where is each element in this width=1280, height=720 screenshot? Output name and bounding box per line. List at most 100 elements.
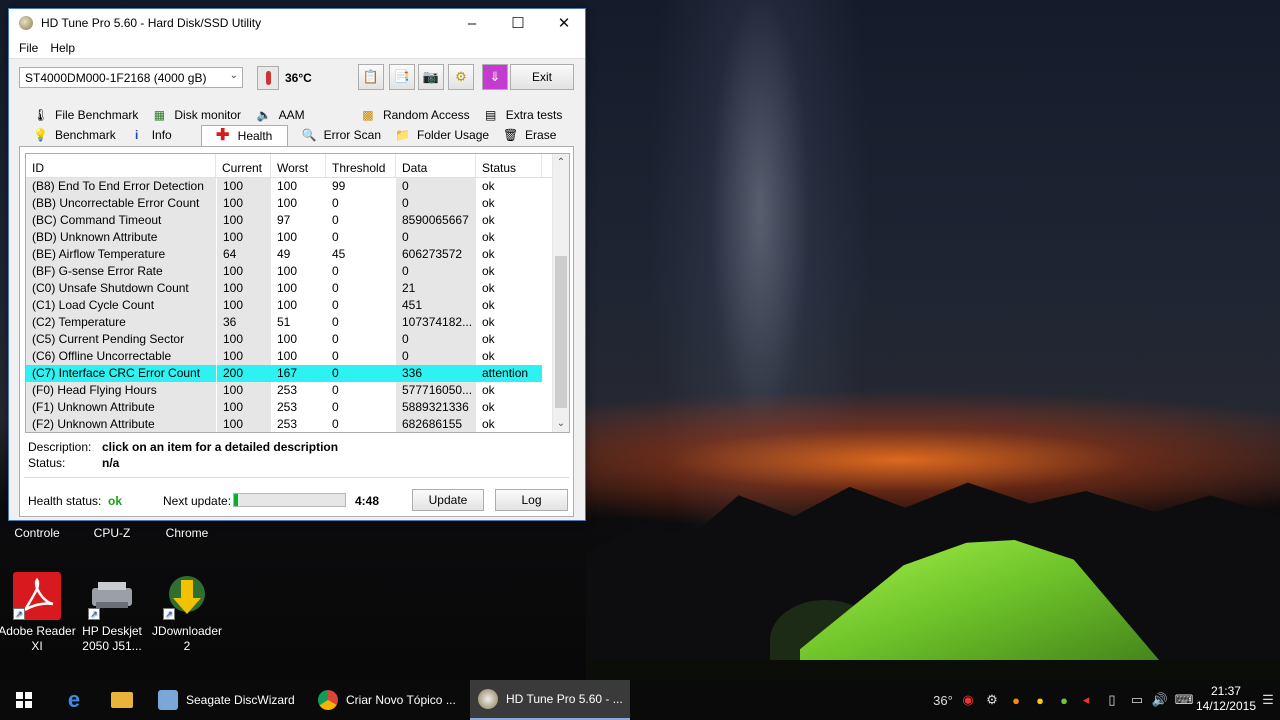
exit-button[interactable]: Exit [510, 64, 574, 90]
tray-keyboard-icon[interactable]: ⌨ [1174, 680, 1194, 720]
desktop-icon-controle[interactable]: Controle [0, 526, 76, 541]
tab-error-scan[interactable]: 🔍 Error Scan [288, 125, 381, 145]
log-button[interactable]: Log [495, 489, 568, 511]
column-header-worst[interactable]: Worst [271, 154, 326, 177]
tray-network-icon[interactable]: ▭ [1126, 680, 1148, 720]
cell-threshold: 99 [332, 179, 346, 193]
table-row[interactable]: (F2) Unknown Attribute 100 253 0 682686155 ok [26, 416, 569, 432]
tab-info[interactable]: i Info [116, 125, 201, 145]
taskbar-task-discwizard[interactable]: Seagate DiscWizard [150, 680, 304, 720]
clock-time: 21:37 [1210, 684, 1241, 698]
tab-row-1: 🌡 File Benchmark ▦ Disk monitor 🔈 AAM ▩ Rand… [19, 105, 574, 125]
update-button[interactable]: Update [412, 489, 484, 511]
column-header-current[interactable]: Current [216, 154, 271, 177]
tray-network-tool-icon[interactable]: ⚙ [982, 680, 1002, 720]
smart-table[interactable]: ID Current Worst Threshold Data Status (… [25, 153, 570, 433]
tab-folder-usage[interactable]: 📁 Folder Usage [381, 125, 489, 145]
cell-id: (F0) Head Flying Hours [26, 382, 216, 399]
taskbar-clock[interactable]: 21:37 14/12/2015 [1196, 684, 1256, 714]
cell-worst: 253 [277, 400, 298, 414]
tray-green-icon[interactable]: ● [1054, 680, 1074, 720]
table-row[interactable]: (BE) Airflow Temperature 64 49 45 606273572 o… [26, 246, 569, 263]
tray-antivirus-icon[interactable]: ◉ [958, 680, 978, 720]
divider [24, 477, 569, 478]
copy-all-button[interactable]: 📑 [389, 64, 415, 90]
table-row[interactable]: (C5) Current Pending Sector 100 100 0 0 ok [26, 331, 569, 348]
column-header-status[interactable]: Status [476, 154, 542, 177]
scrollbar-thumb[interactable] [555, 256, 567, 408]
screenshot-button[interactable]: 📷 [418, 64, 444, 90]
drive-select[interactable]: ST4000DM000-1F2168 (4000 gB) ⌄ [19, 67, 243, 88]
taskbar-task-hdtune[interactable]: HD Tune Pro 5.60 - ... [470, 680, 630, 720]
desktop-icon-cpuz[interactable]: CPU-Z [73, 526, 151, 541]
tab-extra-tests[interactable]: ▤ Extra tests [470, 105, 574, 125]
start-button[interactable] [0, 680, 48, 720]
column-header-threshold[interactable]: Threshold [326, 154, 396, 177]
table-row[interactable]: (C2) Temperature 36 51 0 107374182... ok [26, 314, 569, 331]
desktop-icon-hp-deskjet[interactable]: ↗ HP Deskjet 2050 J51... [73, 572, 151, 654]
scroll-up-icon[interactable]: ⌃ [553, 154, 569, 171]
tab-disk-monitor[interactable]: ▦ Disk monitor [138, 105, 242, 125]
tab-aam[interactable]: 🔈 AAM [243, 105, 347, 125]
next-update-label: Next update: [163, 494, 232, 508]
settings-icon: ⚙ [455, 69, 467, 84]
taskbar-edge[interactable]: e [52, 680, 96, 720]
cell-id: (BF) G-sense Error Rate [26, 263, 216, 280]
cell-id: (C2) Temperature [26, 314, 216, 331]
tab-health[interactable]: ✚ Health [200, 125, 288, 146]
title-bar[interactable]: HD Tune Pro 5.60 - Hard Disk/SSD Utility… [9, 9, 585, 37]
tray-volume-icon[interactable]: 🔊 [1150, 680, 1170, 720]
table-row[interactable]: (BF) G-sense Error Rate 100 100 0 0 ok [26, 263, 569, 280]
desktop-icon-chrome[interactable]: Chrome [148, 526, 226, 541]
table-row[interactable]: (F1) Unknown Attribute 100 253 0 5889321336 o… [26, 399, 569, 416]
cell-id: (C1) Load Cycle Count [26, 297, 216, 314]
desktop-icon-label: CPU-Z [93, 526, 131, 540]
vertical-scrollbar[interactable]: ⌃ ⌄ [552, 154, 569, 432]
taskbar-file-explorer[interactable] [100, 680, 144, 720]
cell-data: 606273572 [396, 246, 476, 263]
table-row[interactable]: (BD) Unknown Attribute 100 100 0 0 ok [26, 229, 569, 246]
tab-benchmark[interactable]: 💡 Benchmark [19, 125, 116, 145]
cell-status: ok [482, 196, 495, 210]
tray-app-icon[interactable]: ● [1006, 680, 1026, 720]
minimize-button[interactable]: – [449, 9, 495, 37]
health-status-label: Health status: [28, 494, 102, 508]
desktop-icon-adobe-reader[interactable]: ↗ Adobe Reader XI [0, 572, 76, 654]
cell-threshold: 0 [332, 298, 339, 312]
table-row[interactable]: (BC) Command Timeout 100 97 0 8590065667 ok [26, 212, 569, 229]
action-center-icon[interactable]: ☰ [1258, 680, 1278, 720]
column-header-id[interactable]: ID [26, 154, 216, 177]
cell-threshold: 0 [326, 365, 396, 382]
table-row[interactable]: (C0) Unsafe Shutdown Count 100 100 0 21 ok [26, 280, 569, 297]
cell-data: 577716050... [396, 382, 476, 399]
table-row[interactable]: (BB) Uncorrectable Error Count 100 100 0 0 ok [26, 195, 569, 212]
table-row[interactable]: (B8) End To End Error Detection 100 100 99 0… [26, 178, 569, 195]
download-button[interactable]: ⇓ [482, 64, 508, 90]
table-row[interactable]: (C6) Offline Uncorrectable 100 100 0 0 ok [26, 348, 569, 365]
close-button[interactable]: ✕ [541, 9, 587, 37]
tab-random-access[interactable]: ▩ Random Access [347, 105, 469, 125]
tray-battery-icon[interactable]: ▯ [1102, 680, 1122, 720]
cell-status: ok [482, 298, 495, 312]
cell-worst: 253 [277, 417, 298, 431]
tab-file-benchmark[interactable]: 🌡 File Benchmark [19, 105, 138, 125]
table-row[interactable]: (F0) Head Flying Hours 100 253 0 577716050..… [26, 382, 569, 399]
tab-erase[interactable]: 🗑 Erase [489, 125, 574, 145]
table-row[interactable]: (C1) Load Cycle Count 100 100 0 451 ok [26, 297, 569, 314]
speaker-icon: 🔈 [256, 108, 272, 122]
cell-current: 100 [216, 229, 271, 246]
menu-file[interactable]: File [13, 41, 44, 55]
taskbar-task-chrome[interactable]: Criar Novo Tópico ... [310, 680, 464, 720]
tray-temperature[interactable]: 36° [930, 680, 956, 720]
tray-utility-icon[interactable]: ● [1030, 680, 1050, 720]
table-row[interactable]: (C7) Interface CRC Error Count 200 167 0 336… [26, 365, 569, 382]
tray-speaker-muted-icon[interactable]: ◂ [1076, 680, 1096, 720]
tab-label: Info [151, 128, 172, 142]
copy-text-button[interactable]: 📋 [358, 64, 384, 90]
scroll-down-icon[interactable]: ⌄ [553, 415, 569, 432]
options-button[interactable]: ⚙ [448, 64, 474, 90]
maximize-button[interactable]: ☐ [495, 9, 541, 37]
desktop-icon-jdownloader[interactable]: ↗ JDownloader 2 [148, 572, 226, 654]
column-header-data[interactable]: Data [396, 154, 476, 177]
menu-help[interactable]: Help [44, 41, 81, 55]
